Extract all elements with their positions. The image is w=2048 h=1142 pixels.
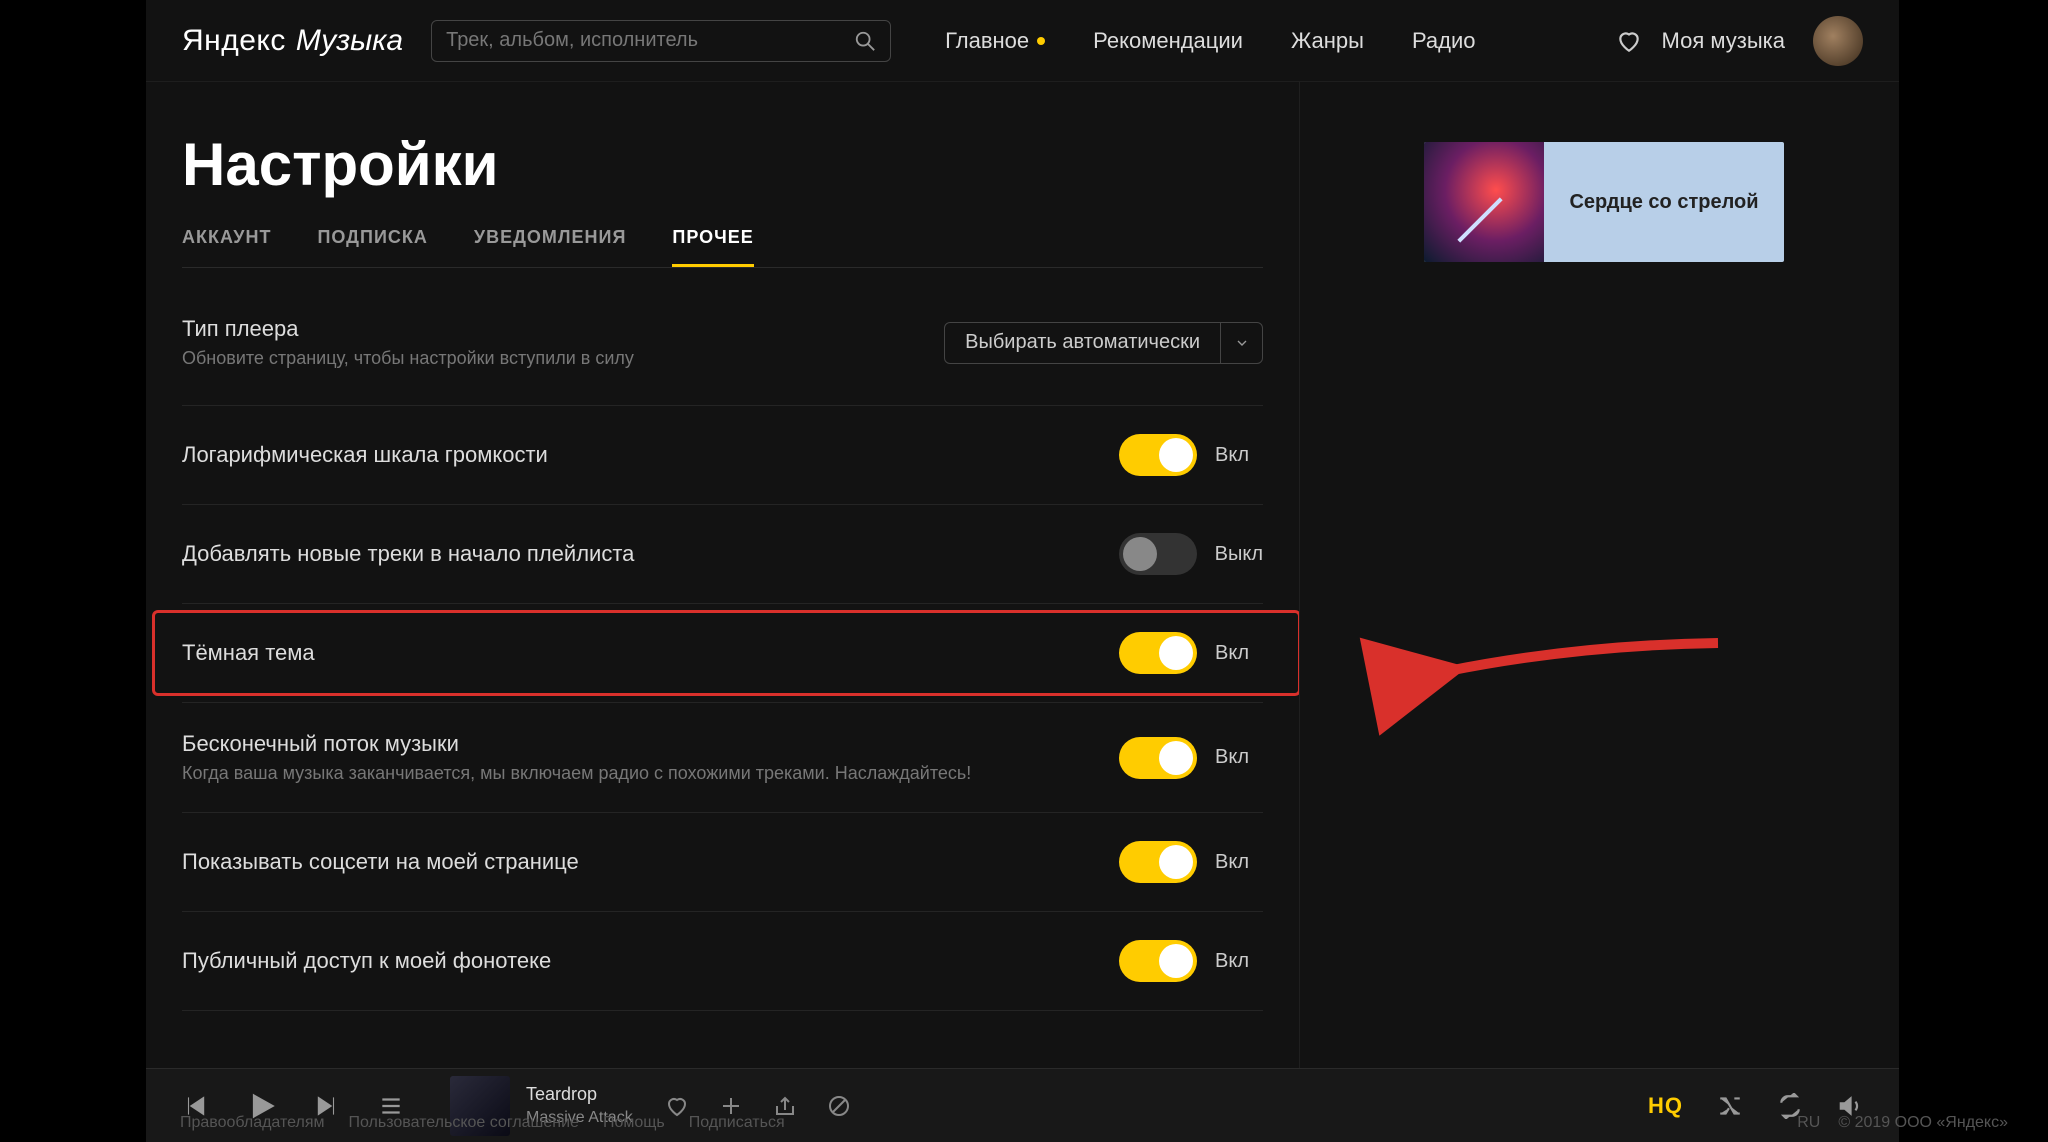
prepend-toggle[interactable] — [1119, 533, 1197, 575]
search-box[interactable] — [431, 20, 891, 62]
infinite-state: Вкл — [1215, 746, 1263, 769]
logo-yandex-text: Яндекс — [182, 24, 286, 58]
settings-tabs: АККАУНТ ПОДПИСКА УВЕДОМЛЕНИЯ ПРОЧЕЕ — [182, 227, 1263, 268]
footer-lang[interactable]: RU — [1797, 1114, 1820, 1132]
setting-dark-theme: Тёмная тема Вкл — [182, 604, 1263, 703]
setting-dark-theme-title: Тёмная тема — [182, 640, 315, 666]
tab-other[interactable]: ПРОЧЕЕ — [672, 227, 753, 267]
avatar[interactable] — [1813, 16, 1863, 66]
footer-help[interactable]: Помощь — [603, 1114, 665, 1132]
setting-log-scale-title: Логарифмическая шкала громкости — [182, 442, 548, 468]
header-right: Моя музыка — [1616, 16, 1863, 66]
setting-player-type-sub: Обновите страницу, чтобы настройки вступ… — [182, 348, 634, 369]
public-toggle[interactable] — [1119, 940, 1197, 982]
hq-badge[interactable]: HQ — [1648, 1093, 1683, 1119]
setting-public-library: Публичный доступ к моей фонотеке Вкл — [182, 912, 1263, 1011]
setting-player-type: Тип плеера Обновите страницу, чтобы наст… — [182, 308, 1263, 406]
main-area: Настройки АККАУНТ ПОДПИСКА УВЕДОМЛЕНИЯ П… — [146, 82, 1899, 1068]
dark-theme-toggle[interactable] — [1119, 632, 1197, 674]
shuffle-icon[interactable] — [1717, 1093, 1743, 1119]
chevron-down-icon — [1220, 323, 1262, 363]
tab-account[interactable]: АККАУНТ — [182, 227, 271, 267]
footer-links: Правообладателям Пользовательское соглаш… — [180, 1114, 785, 1132]
page-title: Настройки — [182, 130, 1263, 199]
log-scale-state: Вкл — [1215, 444, 1263, 467]
setting-public-title: Публичный доступ к моей фонотеке — [182, 948, 551, 974]
logo-music-text: Музыка — [296, 24, 403, 58]
promo-card[interactable]: Сердце со стрелой — [1424, 142, 1784, 262]
promo-image — [1424, 142, 1544, 262]
log-scale-toggle[interactable] — [1119, 434, 1197, 476]
heart-icon[interactable] — [1616, 28, 1642, 54]
footer-right: RU © 2019 ООО «Яндекс» — [1797, 1114, 2008, 1132]
setting-infinite-music: Бесконечный поток музыки Когда ваша музы… — [182, 703, 1263, 813]
player-type-select[interactable]: Выбирать автоматически — [944, 322, 1263, 364]
setting-prepend-title: Добавлять новые треки в начало плейлиста — [182, 541, 634, 567]
nav-main-dot-icon — [1037, 37, 1045, 45]
dark-theme-state: Вкл — [1215, 642, 1263, 665]
tab-subscription[interactable]: ПОДПИСКА — [317, 227, 427, 267]
setting-social-title: Показывать соцсети на моей странице — [182, 849, 579, 875]
setting-prepend-tracks: Добавлять новые треки в начало плейлиста… — [182, 505, 1263, 604]
setting-player-type-title: Тип плеера — [182, 316, 634, 342]
nav-radio[interactable]: Радио — [1412, 28, 1476, 54]
footer-copyright: © 2019 ООО «Яндекс» — [1838, 1114, 2008, 1132]
setting-show-social: Показывать соцсети на моей странице Вкл — [182, 813, 1263, 912]
tab-notifications[interactable]: УВЕДОМЛЕНИЯ — [474, 227, 627, 267]
nav-recommendations[interactable]: Рекомендации — [1093, 28, 1243, 54]
track-title[interactable]: Teardrop — [526, 1084, 633, 1105]
settings-column: Настройки АККАУНТ ПОДПИСКА УВЕДОМЛЕНИЯ П… — [146, 82, 1300, 1068]
footer-agreement[interactable]: Пользовательское соглашение — [349, 1114, 579, 1132]
public-state: Вкл — [1215, 950, 1263, 973]
header: Яндекс Музыка Главное Рекомендации Жанры… — [146, 0, 1899, 82]
infinite-toggle[interactable] — [1119, 737, 1197, 779]
prepend-state: Выкл — [1215, 543, 1263, 566]
nav-genres[interactable]: Жанры — [1291, 28, 1364, 54]
app-window: Яндекс Музыка Главное Рекомендации Жанры… — [146, 0, 1899, 1142]
main-nav: Главное Рекомендации Жанры Радио — [945, 28, 1475, 54]
my-music-link[interactable]: Моя музыка — [1662, 28, 1785, 54]
footer-subscribe[interactable]: Подписаться — [689, 1114, 785, 1132]
setting-infinite-sub: Когда ваша музыка заканчивается, мы вклю… — [182, 763, 971, 784]
nav-main[interactable]: Главное — [945, 28, 1045, 54]
social-toggle[interactable] — [1119, 841, 1197, 883]
search-input[interactable] — [446, 29, 854, 52]
nav-main-label: Главное — [945, 28, 1029, 54]
social-state: Вкл — [1215, 851, 1263, 874]
block-icon[interactable] — [827, 1094, 851, 1118]
setting-infinite-title: Бесконечный поток музыки — [182, 731, 971, 757]
promo-text: Сердце со стрелой — [1544, 191, 1784, 214]
setting-log-scale: Логарифмическая шкала громкости Вкл — [182, 406, 1263, 505]
search-icon[interactable] — [854, 30, 876, 52]
logo[interactable]: Яндекс Музыка — [182, 24, 403, 58]
footer-rights[interactable]: Правообладателям — [180, 1114, 325, 1132]
player-type-select-value: Выбирать автоматически — [945, 331, 1220, 354]
settings-list: Тип плеера Обновите страницу, чтобы наст… — [182, 308, 1263, 1011]
right-column: Сердце со стрелой — [1300, 82, 1899, 1068]
